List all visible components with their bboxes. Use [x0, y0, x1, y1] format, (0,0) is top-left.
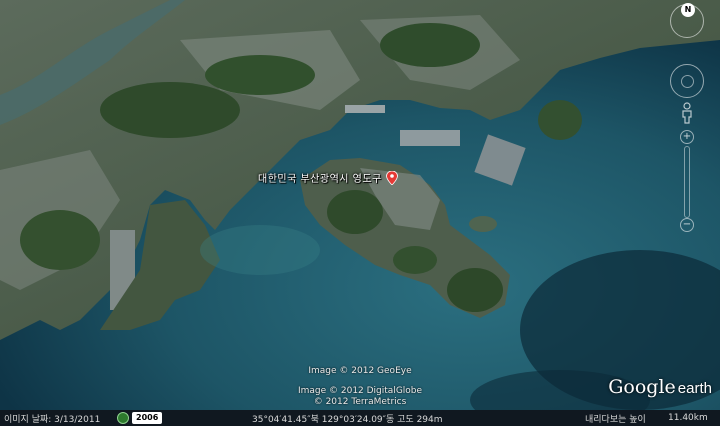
compass-north-button[interactable]: N — [681, 3, 695, 17]
island-mountain — [327, 190, 383, 234]
credit-geoeye: Image © 2012 GeoEye — [308, 366, 412, 376]
pier — [400, 130, 460, 146]
logo-google-text: Google — [608, 376, 676, 398]
pier — [345, 105, 385, 113]
mountain — [100, 82, 240, 138]
credit-terrametrics: © 2012 TerraMetrics — [313, 397, 407, 407]
mountain — [20, 210, 100, 270]
placemark-label[interactable]: 대한민국 부산광역시 영도구 — [258, 170, 382, 185]
eye-altitude-label: 내리다보는 높이 — [585, 414, 646, 425]
mountain — [380, 23, 480, 67]
look-ring-icon[interactable] — [670, 64, 704, 98]
status-bar: 이미지 날짜: 3/13/2011 2006 35°04′41.45″북 129… — [0, 410, 720, 426]
red-pin-icon[interactable] — [385, 170, 398, 185]
map-viewport[interactable]: 대한민국 부산광역시 영도구 Image © 2012 GeoEye Image… — [0, 0, 720, 410]
zoom-in-button[interactable]: + — [680, 130, 694, 144]
navigation-controls: N + − — [670, 3, 704, 234]
shallow-water — [200, 225, 320, 275]
islet — [469, 216, 497, 232]
pegman-icon[interactable] — [680, 102, 694, 124]
zoom-slider-icon[interactable] — [684, 146, 690, 218]
google-earth-logo: Google earth — [608, 376, 712, 398]
historical-imagery-year[interactable]: 2006 — [132, 412, 163, 424]
satellite-terrain — [0, 0, 720, 410]
island-mountain — [447, 268, 503, 312]
pointer-coordinates: 35°04′41.45″북 129°03′24.09″동 고도 294m — [252, 414, 443, 425]
island-mountain — [393, 246, 437, 274]
mountain — [538, 100, 582, 140]
clock-icon[interactable] — [117, 412, 129, 424]
image-date: 이미지 날짜: 3/13/2011 — [4, 414, 101, 425]
mountain — [205, 55, 315, 95]
eye-altitude-value: 11.40km — [668, 413, 708, 423]
logo-earth-text: earth — [677, 380, 712, 397]
zoom-out-button[interactable]: − — [680, 218, 694, 232]
compass-icon[interactable]: N — [670, 3, 704, 38]
placemark[interactable]: 대한민국 부산광역시 영도구 — [258, 170, 398, 185]
